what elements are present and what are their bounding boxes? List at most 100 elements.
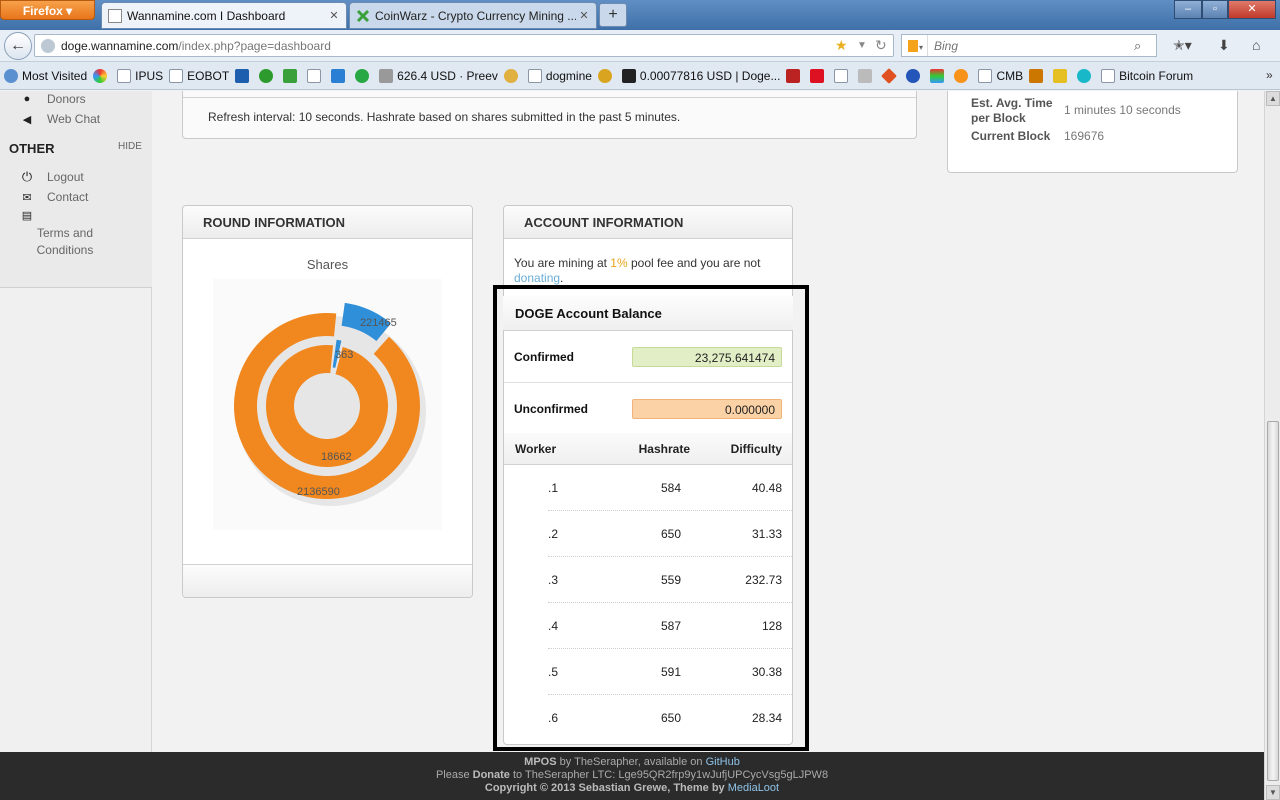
search-icon[interactable]: ⌕	[1134, 38, 1141, 54]
reload-icon[interactable]: ↻	[875, 37, 887, 54]
bing-engine-icon[interactable]: ▾	[902, 35, 928, 56]
bookmark-item[interactable]	[331, 68, 349, 83]
site-identity-icon[interactable]	[41, 38, 55, 53]
sidebar-item-terms-icon-row[interactable]: ▤	[20, 209, 47, 222]
bookmark-item[interactable]	[1077, 68, 1095, 83]
diamond-icon	[881, 67, 898, 84]
scroll-down-arrow-icon[interactable]: ▼	[1266, 785, 1280, 800]
sidebar-item-terms[interactable]: Terms and Conditions	[30, 225, 100, 259]
bookmark-item[interactable]: EOBOT	[169, 68, 229, 83]
doge-d-icon	[621, 68, 636, 83]
bookmark-item[interactable]	[597, 68, 616, 83]
home-icon[interactable]: ⌂	[1252, 37, 1260, 53]
search-bar[interactable]: ▾ ⌕	[901, 34, 1157, 57]
bookmark-item[interactable]	[834, 68, 852, 83]
sidebar-item-donors[interactable]: ● Donors	[20, 92, 86, 106]
tab-wannamine-dashboard[interactable]: Wannamine.com I Dashboard ✕	[101, 2, 347, 29]
red-s-icon	[810, 68, 825, 83]
scrollbar-thumb[interactable]	[1267, 421, 1279, 781]
bookmark-item[interactable]	[786, 68, 804, 83]
close-tab-icon[interactable]: ✕	[576, 9, 592, 22]
bookmark-item[interactable]	[906, 68, 924, 83]
sidebar-item-label: Logout	[47, 170, 84, 184]
firefox-menu-button[interactable]: Firefox ▾	[0, 0, 95, 20]
bookmarks-menu-icon[interactable]: ✭▾	[1173, 37, 1192, 54]
url-bar[interactable]: doge.wannamine.com/index.php?page=dashbo…	[34, 34, 894, 57]
page-footer: MPOS by TheSerapher, available on GitHub…	[0, 752, 1264, 800]
github-link[interactable]: GitHub	[706, 756, 740, 768]
svg-text:▾: ▾	[919, 43, 923, 52]
bookmark-item[interactable]	[503, 68, 522, 83]
slice-label: 18662	[321, 451, 352, 463]
bookmark-item[interactable]	[355, 68, 373, 83]
sidebar-item-label: Web Chat	[47, 112, 101, 126]
blank-page-icon	[117, 68, 132, 83]
sidebar-item-contact[interactable]: ✉ Contact	[20, 190, 88, 204]
blank-page-icon	[834, 68, 849, 83]
sidebar-item-label: Donors	[47, 92, 86, 106]
bookmark-item[interactable]: Bitcoin Forum	[1101, 68, 1193, 83]
sidebar-item-web-chat[interactable]: ◀ Web Chat	[20, 112, 100, 126]
sidebar-item-logout[interactable]: ⏻ Logout	[20, 169, 84, 185]
globe-icon	[4, 68, 18, 83]
bookmarks-overflow-icon[interactable]: »	[1266, 68, 1273, 82]
bookmark-item[interactable]	[259, 68, 277, 83]
vertical-scrollbar[interactable]: ▲ ▼	[1264, 91, 1280, 800]
tab-label: Wannamine.com I Dashboard	[127, 8, 286, 23]
panel-title: ROUND INFORMATION	[183, 206, 472, 239]
bookmark-item[interactable]	[1053, 68, 1071, 83]
bookmark-label: 0.00077816 USD | Doge...	[639, 68, 781, 83]
tab-label: CoinWarz - Crypto Currency Mining ...	[375, 8, 576, 23]
footer-line-2: Please Donate to TheSerapher LTC: Lge95Q…	[0, 769, 1264, 782]
sidebar-hide-toggle[interactable]: HIDE	[118, 141, 142, 152]
bookmark-item[interactable]: 0.00077816 USD | Doge...	[621, 68, 781, 83]
stat-label-current-block: Current Block	[971, 129, 1051, 143]
downloads-icon[interactable]: ⬇	[1218, 37, 1230, 54]
tab-coinwarz[interactable]: CoinWarz - Crypto Currency Mining ... ✕	[349, 2, 597, 29]
grey-page-icon	[858, 68, 873, 83]
search-input[interactable]	[928, 38, 1128, 53]
bookmark-label: dogmine	[545, 68, 592, 83]
bookmark-item[interactable]	[810, 68, 828, 83]
scroll-up-arrow-icon[interactable]: ▲	[1266, 91, 1280, 106]
maximize-button[interactable]: ▫	[1202, 0, 1228, 19]
green-circle-icon	[259, 68, 274, 83]
bookmark-item[interactable]	[858, 68, 876, 83]
close-tab-icon[interactable]: ✕	[326, 9, 342, 22]
chart-title: Shares	[306, 257, 349, 272]
footer-copyright: Copyright © 2013 Sebastian Grewe, Theme …	[484, 782, 728, 794]
bookmark-item[interactable]: dogmine	[527, 68, 592, 83]
bookmark-item[interactable]	[93, 68, 111, 83]
bookmark-item[interactable]	[307, 68, 325, 83]
bookmark-star-icon[interactable]: ★	[835, 37, 848, 54]
bookmark-item[interactable]	[1029, 68, 1047, 83]
blank-page-icon	[978, 68, 993, 83]
bookmark-label: CMB	[996, 68, 1024, 83]
bookmark-item[interactable]	[954, 68, 972, 83]
close-window-button[interactable]: ✕	[1228, 0, 1276, 19]
slice-label: 363	[335, 349, 353, 361]
footer-donate-address: to TheSerapher LTC: Lge95QR2frp9y1wJufjU…	[509, 769, 829, 781]
bookmark-item[interactable]: CMB	[978, 68, 1024, 83]
history-dropdown-icon[interactable]: ▼	[857, 40, 867, 51]
bookmark-item[interactable]	[283, 68, 301, 83]
shares-donut-chart: 2136590 221465 18662 363	[234, 302, 426, 506]
doge-face-icon	[503, 68, 518, 83]
bookmark-item[interactable]: 626.4 USD · Preev	[379, 68, 498, 83]
blank-page-icon	[169, 68, 184, 83]
bookmark-item[interactable]	[235, 68, 253, 83]
bookmark-item[interactable]	[881, 67, 900, 84]
bookmark-item[interactable]: Most Visited	[4, 68, 88, 83]
new-tab-button[interactable]: +	[599, 3, 627, 27]
bookmark-item[interactable]	[930, 68, 948, 83]
footer-text: Please	[435, 769, 473, 781]
bookmark-item[interactable]: IPUS	[117, 68, 163, 83]
refresh-info-panel: Refresh interval: 10 seconds. Hashrate b…	[182, 91, 917, 139]
bookmark-label: Most Visited	[22, 68, 88, 83]
back-button[interactable]: ←	[4, 32, 32, 60]
medialoot-link[interactable]: MediaLoot	[728, 782, 779, 794]
donating-link[interactable]: donating	[514, 271, 560, 285]
stat-label-avg-time: Est. Avg. Time per Block	[971, 96, 1053, 125]
power-icon: ⏻	[21, 169, 33, 184]
minimize-button[interactable]: –	[1174, 0, 1202, 19]
